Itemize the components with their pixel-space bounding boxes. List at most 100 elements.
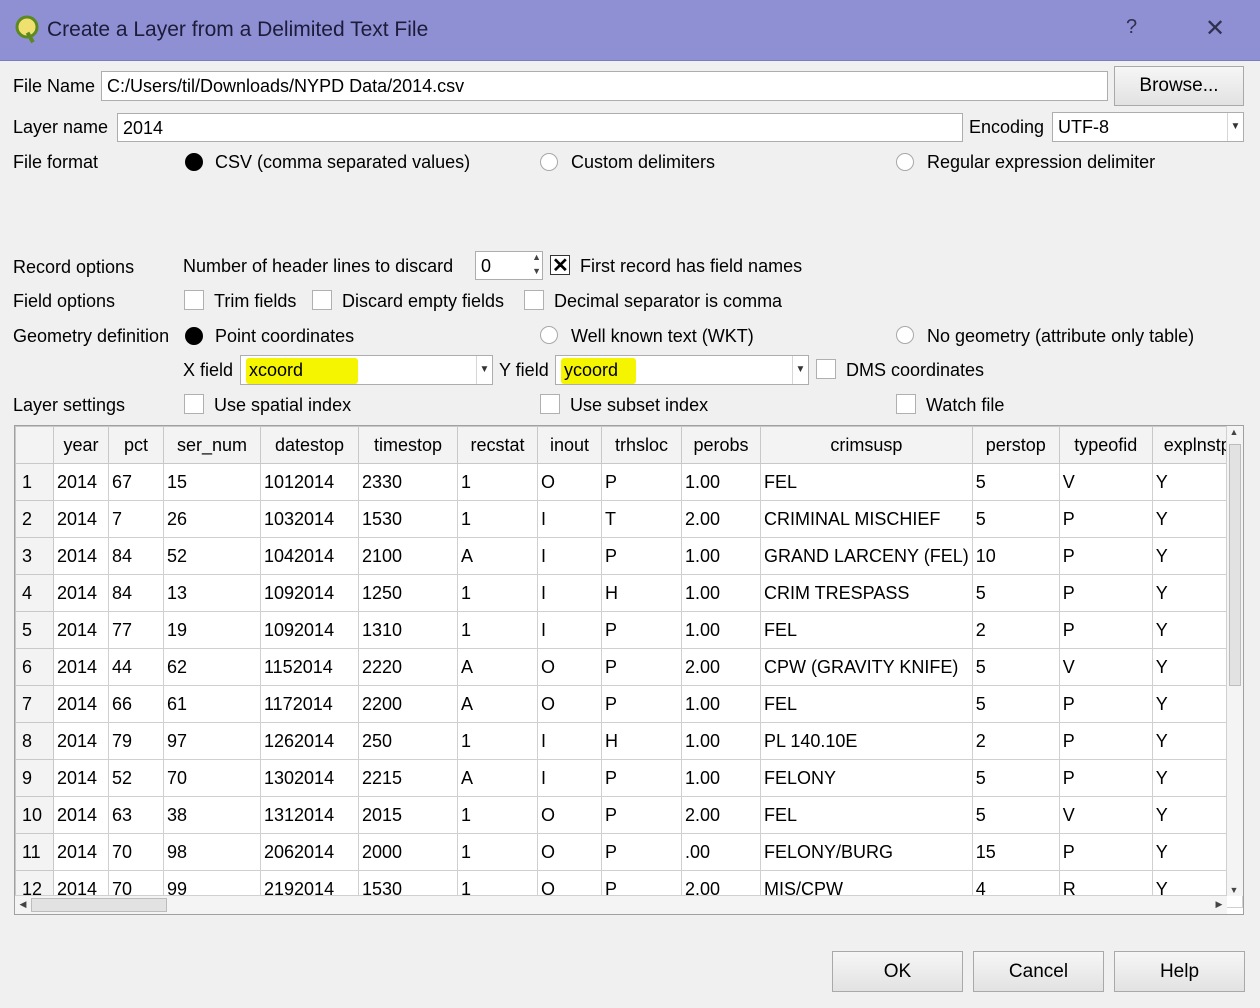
table-cell: I [537, 611, 602, 649]
decimal-comma-checkbox[interactable] [524, 290, 544, 310]
scroll-down-icon[interactable]: ▼ [1227, 885, 1241, 895]
table-cell: P [1058, 574, 1153, 612]
table-row[interactable]: 7 2014 66 61 1172014 2200 A O P 1.00 FEL 5 P Y [15, 685, 1243, 723]
column-header[interactable]: timestop [358, 426, 458, 464]
spin-down-icon[interactable]: ▼ [532, 266, 541, 276]
table-cell: 97 [163, 722, 261, 760]
row-number[interactable]: 2 [15, 500, 54, 538]
table-cell: 2014 [53, 463, 109, 501]
first-record-checkbox[interactable] [550, 253, 570, 278]
table-cell: P [601, 537, 682, 575]
table-row[interactable]: 8 2014 79 97 1262014 250 1 I H 1.00 PL 140.10E 2 P Y [15, 722, 1243, 760]
sample-data-table[interactable]: year pct ser_num datestop timestop recstat ino… [14, 425, 1244, 915]
table-row[interactable]: 1 2014 67 15 1012014 2330 1 O P 1.00 FEL 5 V Y [15, 463, 1243, 501]
table-cell: A [457, 685, 538, 723]
spatial-index-checkbox[interactable] [184, 394, 204, 414]
table-row[interactable]: 3 2014 84 52 1042014 2100 A I P 1.00 GRAND LARCENY… [15, 537, 1243, 575]
radio-regex-delimiter[interactable] [896, 153, 914, 171]
table-cell: 1302014 [260, 759, 359, 797]
horizontal-scrollbar[interactable]: ◀ ▶ [15, 895, 1227, 914]
radio-csv[interactable] [185, 153, 203, 171]
dms-coordinates-checkbox[interactable] [816, 359, 836, 379]
x-field-label: X field [183, 360, 234, 380]
row-number[interactable]: 1 [15, 463, 54, 501]
table-row[interactable]: 11 2014 70 98 2062014 2000 1 O P .00 FELONY/BURG 15… [15, 833, 1243, 871]
vertical-scroll-thumb[interactable] [1229, 444, 1241, 686]
row-number[interactable]: 7 [15, 685, 54, 723]
row-number[interactable]: 6 [15, 648, 54, 686]
browse-button[interactable]: Browse... [1114, 66, 1244, 106]
table-corner[interactable] [15, 426, 54, 464]
column-header[interactable]: year [53, 426, 109, 464]
ok-button[interactable]: OK [832, 951, 963, 992]
table-cell: 52 [163, 537, 261, 575]
cancel-button[interactable]: Cancel [973, 951, 1104, 992]
encoding-select[interactable]: UTF-8 ▼ [1052, 112, 1244, 142]
record-options-label: Record options [13, 257, 135, 277]
column-header[interactable]: recstat [457, 426, 538, 464]
radio-point-coordinates[interactable] [185, 327, 203, 345]
encoding-label: Encoding [969, 117, 1045, 137]
table-cell: 2.00 [681, 648, 761, 686]
row-number[interactable]: 11 [15, 833, 54, 871]
table-cell: 2.00 [681, 796, 761, 834]
table-cell: PL 140.10E [760, 722, 973, 760]
table-row[interactable]: 4 2014 84 13 1092014 1250 1 I H 1.00 CRIM TRESPASS… [15, 574, 1243, 612]
column-header[interactable]: crimsusp [760, 426, 973, 464]
row-number[interactable]: 9 [15, 759, 54, 797]
row-number[interactable]: 4 [15, 574, 54, 612]
row-number[interactable]: 3 [15, 537, 54, 575]
file-name-input[interactable]: C:/Users/til/Downloads/NYPD Data/2014.cs… [101, 71, 1108, 101]
table-cell: 1.00 [681, 574, 761, 612]
radio-wkt[interactable] [540, 326, 558, 344]
chevron-down-icon: ▼ [792, 356, 808, 384]
column-header[interactable]: perstop [971, 426, 1060, 464]
spatial-index-label: Use spatial index [214, 395, 352, 415]
horizontal-scroll-thumb[interactable] [31, 898, 167, 912]
table-row[interactable]: 10 2014 63 38 1312014 2015 1 O P 2.00 FEL 5 V Y [15, 796, 1243, 834]
row-number[interactable]: 8 [15, 722, 54, 760]
row-number[interactable]: 5 [15, 611, 54, 649]
help-button[interactable]: Help [1114, 951, 1245, 992]
table-cell: 19 [163, 611, 261, 649]
layer-name-input[interactable]: 2014 [117, 113, 963, 142]
watch-file-checkbox[interactable] [896, 394, 916, 414]
help-icon[interactable]: ? [1126, 16, 1137, 39]
y-field-select[interactable]: ycoord ▼ [555, 355, 809, 385]
x-field-select[interactable]: xcoord ▼ [240, 355, 493, 385]
table-cell: 84 [108, 537, 164, 575]
table-cell: 52 [108, 759, 164, 797]
table-cell: 2200 [358, 685, 458, 723]
table-cell: P [601, 463, 682, 501]
table-row[interactable]: 2 2014 7 26 1032014 1530 1 I T 2.00 CRIMINAL MISCH… [15, 500, 1243, 538]
spin-up-icon[interactable]: ▲ [532, 252, 541, 262]
subset-index-checkbox[interactable] [540, 394, 560, 414]
radio-custom-delimiters[interactable] [540, 153, 558, 171]
radio-csv-label: CSV (comma separated values) [215, 152, 471, 172]
table-cell: O [537, 796, 602, 834]
discard-empty-checkbox[interactable] [312, 290, 332, 310]
table-cell: V [1058, 796, 1153, 834]
column-header[interactable]: pct [108, 426, 164, 464]
column-header[interactable]: inout [537, 426, 602, 464]
scroll-up-icon[interactable]: ▲ [1227, 427, 1241, 437]
table-cell: P [601, 759, 682, 797]
column-header[interactable]: ser_num [163, 426, 261, 464]
scroll-left-icon[interactable]: ◀ [16, 899, 30, 910]
row-number[interactable]: 10 [15, 796, 54, 834]
table-cell: CRIM TRESPASS [760, 574, 973, 612]
trim-fields-checkbox[interactable] [184, 290, 204, 310]
table-row[interactable]: 6 2014 44 62 1152014 2220 A O P 2.00 CPW (GRAVITY … [15, 648, 1243, 686]
column-header[interactable]: typeofid [1058, 426, 1153, 464]
scroll-right-icon[interactable]: ▶ [1212, 899, 1226, 910]
column-header[interactable]: perobs [681, 426, 761, 464]
radio-no-geometry[interactable] [896, 326, 914, 344]
table-row[interactable]: 5 2014 77 19 1092014 1310 1 I P 1.00 FEL 2 P Y [15, 611, 1243, 649]
table-row[interactable]: 9 2014 52 70 1302014 2215 A I P 1.00 FELONY 5 P Y [15, 759, 1243, 797]
column-header[interactable]: datestop [260, 426, 359, 464]
header-lines-spinbox[interactable]: 0 ▲ ▼ [475, 251, 543, 280]
close-icon[interactable]: ✕ [1205, 14, 1225, 43]
column-header[interactable]: trhsloc [601, 426, 682, 464]
table-cell: A [457, 537, 538, 575]
vertical-scrollbar[interactable]: ▲ ▼ [1226, 426, 1243, 896]
